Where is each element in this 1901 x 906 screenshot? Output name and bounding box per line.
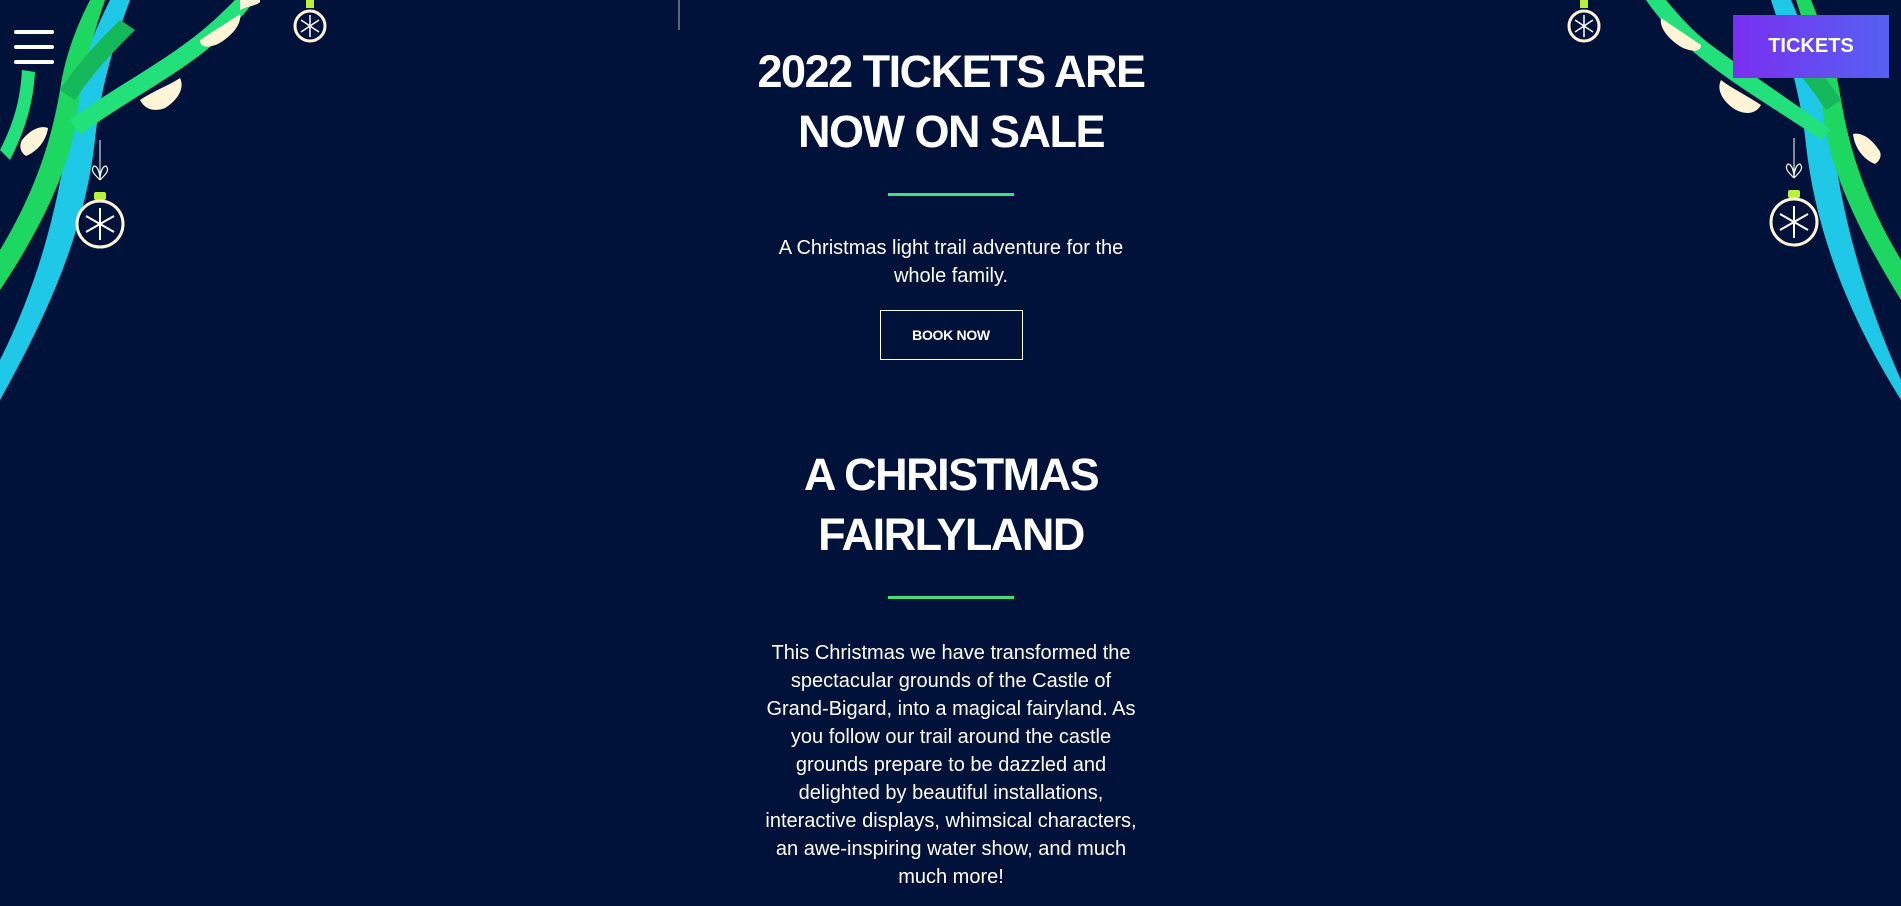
paragraph-line: interactive displays, whimsical characte… bbox=[765, 810, 1137, 832]
paragraph-line: grounds prepare to be dazzled and bbox=[795, 754, 1107, 776]
hero-heading-line: 2022 TICKETS ARE bbox=[757, 46, 1146, 97]
hero-description-line: A Christmas light trail adventure for th… bbox=[778, 237, 1124, 259]
hero-section: 2022 TICKETS ARE NOW ON SALE A Christmas… bbox=[746, 42, 1156, 360]
snowflake-ornament-icon bbox=[1769, 138, 1819, 247]
green-divider bbox=[888, 596, 1014, 599]
paragraph-line: This Christmas we have transformed the bbox=[771, 642, 1131, 664]
fairyland-paragraph: This Christmas we have transformed the s… bbox=[751, 639, 1151, 891]
fairyland-section: A CHRISTMAS FAIRLYLAND This Christmas we… bbox=[746, 445, 1156, 891]
book-now-button[interactable]: BOOK NOW bbox=[879, 310, 1023, 360]
hamburger-menu-icon[interactable] bbox=[14, 30, 54, 64]
paragraph-line: spectacular grounds of the Castle of bbox=[790, 670, 1112, 692]
paragraph-line: an awe-inspiring water show, and much bbox=[775, 838, 1127, 860]
paragraph-line: Grand-Bigard, into a magical fairyland. … bbox=[766, 698, 1136, 720]
paragraph-line: much more! bbox=[898, 866, 1004, 888]
fairyland-heading-line: FAIRLYLAND bbox=[818, 509, 1085, 560]
snowflake-ornament-icon bbox=[75, 140, 125, 249]
paragraph-line: delighted by beautiful installations, bbox=[798, 782, 1104, 804]
hanging-string-decoration bbox=[678, 0, 680, 30]
tickets-button[interactable]: TICKETS bbox=[1733, 15, 1889, 78]
hero-description: A Christmas light trail adventure for th… bbox=[751, 234, 1151, 290]
menu-bar bbox=[14, 60, 54, 64]
hero-description-line: whole family. bbox=[893, 265, 1009, 287]
menu-bar bbox=[14, 45, 54, 49]
snowflake-ornament-icon bbox=[1567, 0, 1601, 43]
hero-heading: 2022 TICKETS ARE NOW ON SALE bbox=[746, 42, 1156, 162]
fairyland-heading: A CHRISTMAS FAIRLYLAND bbox=[746, 445, 1156, 565]
snowflake-ornament-icon bbox=[293, 0, 327, 43]
green-divider bbox=[888, 193, 1014, 196]
fairyland-heading-line: A CHRISTMAS bbox=[803, 449, 1100, 500]
hero-heading-line: NOW ON SALE bbox=[798, 106, 1106, 157]
paragraph-line: you follow our trail around the castle bbox=[790, 726, 1112, 748]
menu-bar bbox=[14, 30, 54, 34]
